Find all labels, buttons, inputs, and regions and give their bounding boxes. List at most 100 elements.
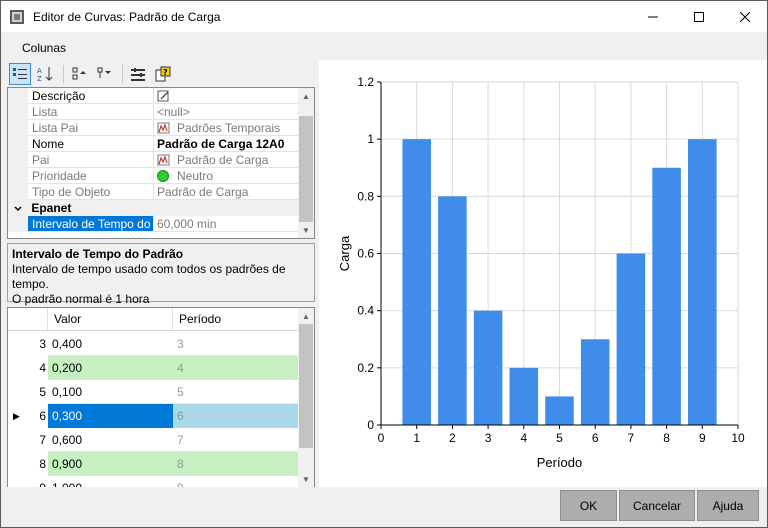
cell-periodo[interactable]: 5 xyxy=(173,380,298,404)
bar xyxy=(473,310,503,425)
help-context-button[interactable]: ? xyxy=(152,63,174,85)
property-pages-button[interactable] xyxy=(127,63,149,85)
property-value[interactable]: <null> xyxy=(154,104,300,120)
table-row[interactable]: ▶ 6 0,300 6 xyxy=(8,404,298,428)
y-tick-label: 0 xyxy=(367,418,374,432)
scroll-up-icon[interactable]: ▲ xyxy=(298,88,314,104)
cell-valor[interactable]: 0,200 xyxy=(48,356,173,380)
column-header-valor[interactable]: Valor xyxy=(48,308,173,331)
curve-editor-window: Editor de Curvas: Padrão de Carga Coluna… xyxy=(0,0,768,528)
property-value[interactable]: Padrão de Carga 12A0 xyxy=(154,136,300,152)
property-row[interactable]: Descrição xyxy=(8,88,300,104)
category-epanet[interactable]: Epanet xyxy=(8,200,300,216)
property-row[interactable]: Pai Padrão de Carga xyxy=(8,152,300,168)
table-row[interactable]: 5 0,100 5 xyxy=(8,380,298,404)
row-index[interactable]: 3 xyxy=(8,332,48,356)
x-tick-label: 10 xyxy=(731,431,745,445)
property-row[interactable]: Nome Padrão de Carga 12A0 xyxy=(8,136,300,152)
cell-valor[interactable]: 0,900 xyxy=(48,452,173,476)
property-row[interactable]: Tipo de Objeto Padrão de Carga xyxy=(8,184,300,200)
cell-periodo[interactable]: 8 xyxy=(173,452,298,476)
category-label: Epanet xyxy=(31,201,72,215)
cell-periodo[interactable]: 3 xyxy=(173,332,298,356)
help-panel: Intervalo de Tempo do Padrão Intervalo d… xyxy=(7,243,315,306)
table-row[interactable]: 8 0,900 8 xyxy=(8,452,298,476)
row-index[interactable]: 7 xyxy=(8,428,48,452)
y-tick-label: 1.2 xyxy=(357,75,374,89)
property-value[interactable]: Padrões Temporais xyxy=(154,120,300,136)
property-name: Descrição xyxy=(28,88,154,104)
y-tick-label: 0.8 xyxy=(357,189,374,203)
property-row-selected[interactable]: Intervalo de Tempo do P 60,000 min xyxy=(8,216,300,232)
property-scrollbar[interactable]: ▲ ▼ xyxy=(298,88,314,238)
table-row[interactable]: 4 0,200 4 xyxy=(8,356,298,380)
y-axis-label: Carga xyxy=(337,235,352,271)
property-value[interactable]: Padrão de Carga xyxy=(154,184,300,200)
y-tick-label: 0.2 xyxy=(357,361,374,375)
cell-valor[interactable]: 0,300 xyxy=(48,404,173,428)
row-index[interactable]: ▶ 6 xyxy=(8,404,48,428)
row-selector-icon: ▶ xyxy=(13,411,20,421)
x-tick-label: 3 xyxy=(485,431,492,445)
property-row[interactable]: Lista <null> xyxy=(8,104,300,120)
property-row[interactable]: Prioridade Neutro xyxy=(8,168,300,184)
collapse-icon xyxy=(97,67,111,78)
scroll-down-icon[interactable]: ▼ xyxy=(298,471,314,487)
cancel-button[interactable]: Cancelar xyxy=(619,490,695,521)
svg-text:Z: Z xyxy=(37,75,42,83)
cell-periodo[interactable]: 7 xyxy=(173,428,298,452)
expand-button[interactable] xyxy=(68,63,90,85)
maximize-icon xyxy=(694,11,704,22)
values-grid: Valor Período 3 0,400 3 4 0,200 4 5 0,100 5 ▶ 6 0,3… xyxy=(7,307,315,488)
property-value[interactable]: Padrão de Carga xyxy=(154,152,300,168)
row-index[interactable]: 8 xyxy=(8,452,48,476)
cell-valor[interactable]: 0,100 xyxy=(48,380,173,404)
column-header-periodo[interactable]: Período xyxy=(173,308,298,331)
close-button[interactable] xyxy=(722,1,768,32)
minimize-button[interactable] xyxy=(630,1,676,32)
cell-valor[interactable]: 0,400 xyxy=(48,332,173,356)
ok-button[interactable]: OK xyxy=(560,490,617,521)
scroll-down-icon[interactable]: ▼ xyxy=(298,222,314,238)
row-index[interactable]: 4 xyxy=(8,356,48,380)
row-index[interactable]: 5 xyxy=(8,380,48,404)
y-tick-label: 0.4 xyxy=(357,304,374,318)
bar xyxy=(688,139,717,425)
x-tick-label: 6 xyxy=(592,431,599,445)
bar xyxy=(616,253,646,425)
minimize-icon xyxy=(648,16,658,17)
property-name: Intervalo de Tempo do P xyxy=(28,216,154,232)
x-tick-label: 5 xyxy=(556,431,563,445)
chart-icon xyxy=(157,154,171,166)
property-value[interactable]: Neutro xyxy=(154,168,300,184)
categorized-icon xyxy=(13,68,27,79)
alphabetical-button[interactable]: AZ xyxy=(34,63,56,85)
x-tick-label: 2 xyxy=(449,431,456,445)
grid-scrollbar[interactable]: ▲ ▼ xyxy=(298,308,314,487)
property-value[interactable] xyxy=(154,88,300,104)
table-row[interactable]: 3 0,400 3 xyxy=(8,332,298,356)
help-button[interactable]: Ajuda xyxy=(697,490,759,521)
svg-text:?: ? xyxy=(163,68,168,77)
scroll-up-icon[interactable]: ▲ xyxy=(298,308,314,324)
table-row[interactable]: 7 0,600 7 xyxy=(8,428,298,452)
chevron-down-icon[interactable] xyxy=(8,200,28,216)
collapse-button[interactable] xyxy=(93,63,115,85)
scroll-thumb[interactable] xyxy=(299,324,313,448)
left-panel: AZ ? Descrição Lista <null> Lista Pai Pa… xyxy=(1,60,319,490)
scroll-thumb[interactable] xyxy=(299,116,313,222)
x-tick-label: 9 xyxy=(699,431,706,445)
property-value[interactable]: 60,000 min xyxy=(154,216,300,232)
property-toolbar: AZ ? xyxy=(9,62,177,86)
cell-periodo[interactable]: 4 xyxy=(173,356,298,380)
bar xyxy=(402,139,431,425)
cell-periodo[interactable]: 6 xyxy=(173,404,298,428)
grid-header: Valor Período xyxy=(8,308,298,331)
maximize-button[interactable] xyxy=(676,1,722,32)
help-text-line2: O padrão normal é 1 hora xyxy=(12,292,150,306)
cell-valor[interactable]: 0,600 xyxy=(48,428,173,452)
categorized-button[interactable] xyxy=(9,63,31,85)
menu-colunas[interactable]: Colunas xyxy=(22,41,66,55)
property-row[interactable]: Lista Pai Padrões Temporais xyxy=(8,120,300,136)
button-bar: OK Cancelar Ajuda xyxy=(1,487,767,527)
